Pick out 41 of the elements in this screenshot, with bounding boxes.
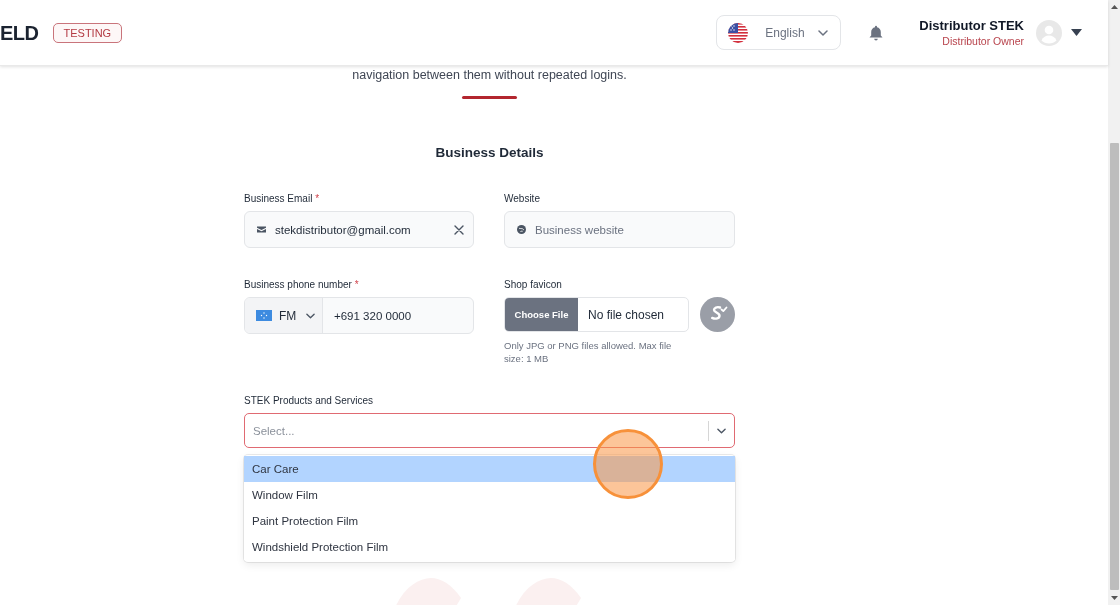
logo-text: ELD: [0, 22, 39, 43]
file-status-text: No file chosen: [588, 307, 665, 322]
triangle-up-icon: [1110, 5, 1118, 9]
country-code-select[interactable]: FM: [245, 298, 323, 333]
section-title: Business Details: [435, 144, 544, 162]
user-role: Distributor Owner: [942, 33, 1024, 48]
website-field[interactable]: Business website: [504, 211, 735, 248]
envelope-icon: [257, 225, 266, 234]
scrollbar-thumb[interactable]: [1109, 143, 1119, 590]
user-name: Distributor STEK: [919, 17, 1024, 34]
required-asterisk: *: [354, 278, 359, 292]
email-field[interactable]: stekdistributor@gmail.com: [244, 211, 474, 248]
field-label: Business Email: [244, 192, 313, 206]
flag-icon: [728, 22, 749, 43]
dropdown-option[interactable]: Paint Protection Film: [244, 508, 735, 534]
globe-icon: [517, 225, 526, 234]
field-label: Website: [504, 192, 540, 206]
dropdown-option[interactable]: Window Film: [244, 482, 735, 508]
phone-field[interactable]: FM +691 320 0000: [244, 297, 474, 334]
language-select[interactable]: English: [716, 15, 842, 50]
clear-icon[interactable]: [454, 224, 464, 235]
chevron-down-icon: [306, 312, 316, 319]
file-input[interactable]: Choose File No file chosen: [504, 297, 689, 332]
dropdown-option[interactable]: Windshield Protection Film: [244, 534, 735, 560]
dropdown-option[interactable]: Car Care: [244, 456, 735, 482]
environment-badge: TESTING: [52, 22, 123, 43]
chevron-down-icon: [717, 427, 726, 434]
field-label: Business phone number: [244, 278, 352, 292]
scrollbar[interactable]: [1108, 0, 1120, 605]
file-hint-text: Only JPG or PNG files allowed. Max file size: 1 MB: [504, 339, 673, 365]
field-label: Shop favicon: [504, 278, 562, 292]
required-asterisk: *: [315, 192, 320, 206]
triangle-down-icon: [1110, 596, 1118, 600]
intro-text: navigation between them without repeated logins.: [352, 67, 627, 84]
caret-icon[interactable]: [1071, 29, 1082, 36]
choose-file-button[interactable]: Choose File: [505, 298, 578, 331]
chevron-down-icon: [818, 29, 829, 36]
favicon-preview-icon: [700, 297, 735, 332]
notification-bell-icon[interactable]: [869, 24, 884, 41]
flag-icon: [256, 310, 272, 321]
field-label: STEK Products and Services: [244, 394, 373, 408]
